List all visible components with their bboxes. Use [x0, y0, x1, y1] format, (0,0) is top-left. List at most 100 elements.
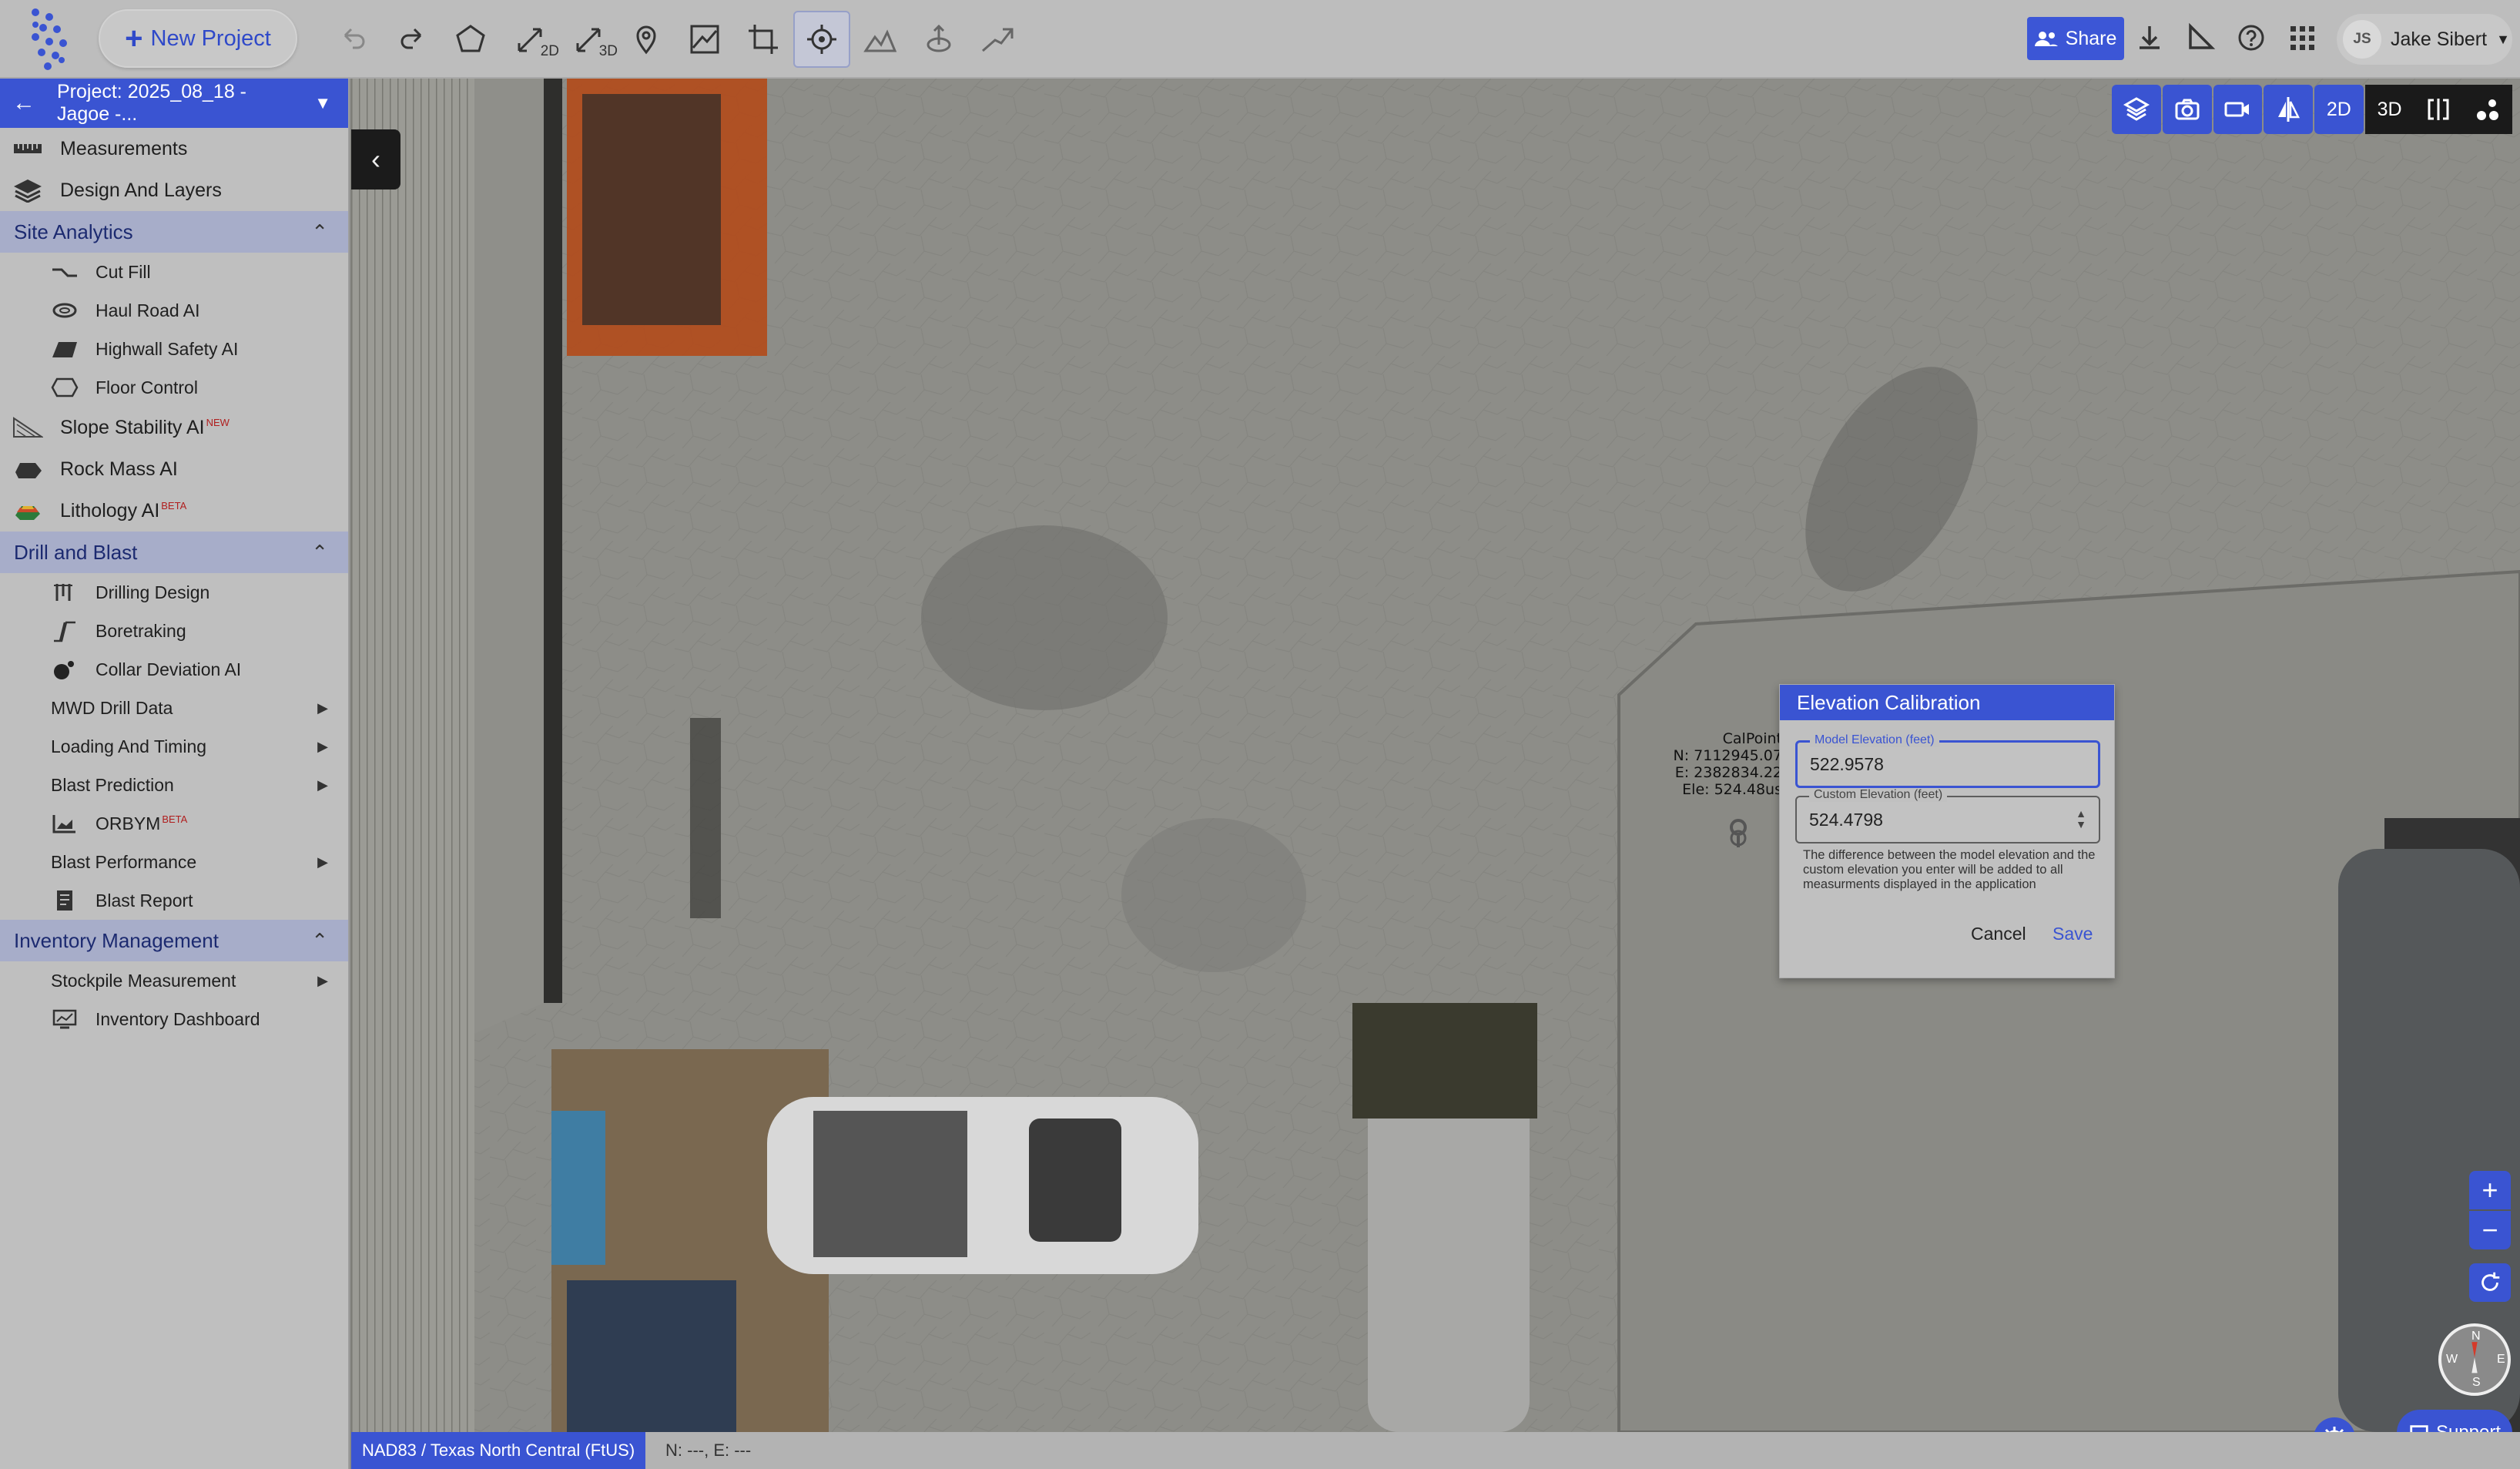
chevron-up-icon: ⌃ [311, 928, 328, 952]
back-arrow-icon[interactable]: ← [12, 90, 35, 116]
model-elevation-field[interactable]: Model Elevation (feet) 522.9578 [1795, 733, 2100, 788]
sidebar-item-highwall-safety[interactable]: Highwall Safety AI [0, 330, 348, 368]
sidebar-item-blast-prediction[interactable]: Blast Prediction ▶ [0, 766, 348, 804]
caret-down-icon: ▼ [314, 93, 331, 112]
screenshot-button[interactable] [2162, 85, 2212, 134]
crop-tool-button[interactable] [741, 17, 786, 62]
sidebar-item-label: Loading And Timing [51, 736, 207, 756]
redo-icon [400, 28, 422, 49]
section-drill-blast[interactable]: Drill and Blast ⌃ [0, 532, 348, 573]
view-3d-button[interactable]: 3D [2364, 85, 2414, 134]
measure-settings-button[interactable] [2178, 15, 2223, 60]
caret-right-icon: ▶ [317, 972, 328, 988]
layers-icon [2123, 97, 2150, 121]
slope-tool-button[interactable] [975, 17, 1020, 62]
undo-button[interactable] [331, 17, 376, 62]
custom-elevation-label: Custom Elevation (feet) [1809, 788, 1948, 802]
layers-button[interactable] [2112, 85, 2161, 134]
custom-elevation-field[interactable]: Custom Elevation (feet) 524.4798 ▲ ▼ [1795, 788, 2100, 844]
sidebar-item-label: MWD Drill Data [51, 697, 173, 718]
user-menu[interactable]: JS Jake Sibert ▼ [2337, 14, 2512, 65]
distance-2d-button[interactable]: 2D [508, 17, 559, 62]
sidebar-item-floor-control[interactable]: Floor Control [0, 368, 348, 407]
sidebar-item-slope-stability[interactable]: Slope Stability AI NEW [0, 407, 348, 448]
boretrack-icon [54, 621, 75, 642]
layers-icon [14, 179, 42, 203]
sidebar-item-haul-road[interactable]: Haul Road AI [0, 291, 348, 330]
sidebar-item-blast-performance[interactable]: Blast Performance ▶ [0, 843, 348, 881]
share-nodes-button[interactable] [2463, 85, 2512, 134]
save-button[interactable]: Save [2053, 924, 2093, 944]
sidebar-item-boretraking[interactable]: Boretraking [0, 612, 348, 650]
section-site-analytics[interactable]: Site Analytics ⌃ [0, 211, 348, 253]
zoom-in-button[interactable]: + [2469, 1171, 2511, 1209]
profile-chart-icon [690, 25, 719, 54]
zoom-in-label: + [2481, 1174, 2498, 1206]
sidebar-item-inventory-dashboard[interactable]: Inventory Dashboard [0, 1000, 348, 1038]
section-title: Inventory Management [14, 928, 219, 952]
section-inventory[interactable]: Inventory Management ⌃ [0, 920, 348, 961]
cut-fill-icon [52, 268, 77, 277]
compass-needle-icon [2471, 1342, 2478, 1373]
elevation-calibration-button[interactable] [793, 11, 850, 68]
rock-mass-icon [15, 463, 42, 478]
polygon-tool-button[interactable] [448, 17, 493, 62]
aerial-imagery [351, 79, 2520, 1432]
calpoint-east: E: 2382834.22 [1674, 764, 1782, 781]
sidebar-item-lithology[interactable]: Lithology AI BETA [0, 490, 348, 532]
slope-icon [982, 28, 1014, 52]
cursor-coordinates: N: ---, E: --- [665, 1440, 752, 1460]
sidebar-item-label: Floor Control [96, 377, 198, 397]
users-icon [2034, 32, 2058, 46]
split-view-icon [2428, 99, 2449, 120]
profile-tool-button[interactable] [682, 17, 727, 62]
help-button[interactable] [2229, 15, 2274, 60]
view-toolbar: 2D 3D [2112, 85, 2512, 134]
app-logo-icon[interactable] [28, 6, 71, 71]
sidebar-item-rock-mass[interactable]: Rock Mass AI [0, 448, 348, 490]
share-button[interactable]: Share [2027, 17, 2124, 60]
terrain-tool-button[interactable] [858, 17, 903, 62]
new-project-button[interactable]: + New Project [99, 9, 297, 68]
apps-grid-button[interactable] [2280, 15, 2324, 60]
sidebar-item-label: Rock Mass AI [60, 458, 178, 480]
sidebar-item-orbym[interactable]: ORBYM BETA [0, 804, 348, 843]
sidebar-item-stockpile[interactable]: Stockpile Measurement ▶ [0, 961, 348, 1000]
calpoint-north: N: 7112945.07 [1673, 747, 1783, 764]
caret-right-icon: ▶ [317, 738, 328, 754]
sidebar-item-drilling-design[interactable]: Drilling Design [0, 573, 348, 612]
redo-button[interactable] [390, 17, 434, 62]
volume-tool-button[interactable] [917, 17, 961, 62]
map-viewport[interactable] [351, 79, 2520, 1432]
cancel-button[interactable]: Cancel [1971, 924, 2026, 944]
collar-deviation-icon [54, 661, 74, 679]
view-2d-button[interactable]: 2D [2314, 85, 2364, 134]
reset-rotation-button[interactable] [2469, 1263, 2511, 1302]
user-name: Jake Sibert [2391, 28, 2488, 50]
sidebar-item-measurements[interactable]: Measurements [0, 128, 348, 169]
calpoint-name: CalPoint [1722, 730, 1782, 747]
collapse-sidebar-button[interactable]: ‹ [351, 129, 400, 189]
download-button[interactable] [2127, 15, 2172, 60]
compare-button[interactable] [2264, 85, 2313, 134]
caret-right-icon: ▶ [317, 854, 328, 870]
zoom-out-button[interactable]: − [2469, 1211, 2511, 1249]
dialog-note: The difference between the model elevati… [1803, 848, 2096, 891]
project-selector[interactable]: ← Project: 2025_08_18 - Jagoe -... ▼ [0, 79, 348, 128]
stepper-icon[interactable]: ▲ ▼ [2076, 808, 2086, 830]
sidebar-item-mwd-drill-data[interactable]: MWD Drill Data ▶ [0, 689, 348, 727]
sidebar-item-design-layers[interactable]: Design And Layers [0, 169, 348, 211]
point-tool-button[interactable] [624, 17, 669, 62]
sidebar-item-blast-report[interactable]: Blast Report [0, 881, 348, 920]
split-view-button[interactable] [2414, 85, 2464, 134]
sidebar-item-label: Haul Road AI [96, 300, 200, 320]
video-button[interactable] [2213, 85, 2263, 134]
highwall-icon [52, 342, 77, 357]
compass[interactable]: N S W E [2438, 1323, 2511, 1396]
sidebar-item-collar-deviation[interactable]: Collar Deviation AI [0, 650, 348, 689]
sidebar-item-cut-fill[interactable]: Cut Fill [0, 253, 348, 291]
distance-3d-button[interactable]: 3D [567, 17, 618, 62]
crs-selector[interactable]: NAD83 / Texas North Central (FtUS) [351, 1432, 646, 1469]
sidebar-item-loading-timing[interactable]: Loading And Timing ▶ [0, 727, 348, 766]
sidebar-item-label: Measurements [60, 137, 188, 159]
